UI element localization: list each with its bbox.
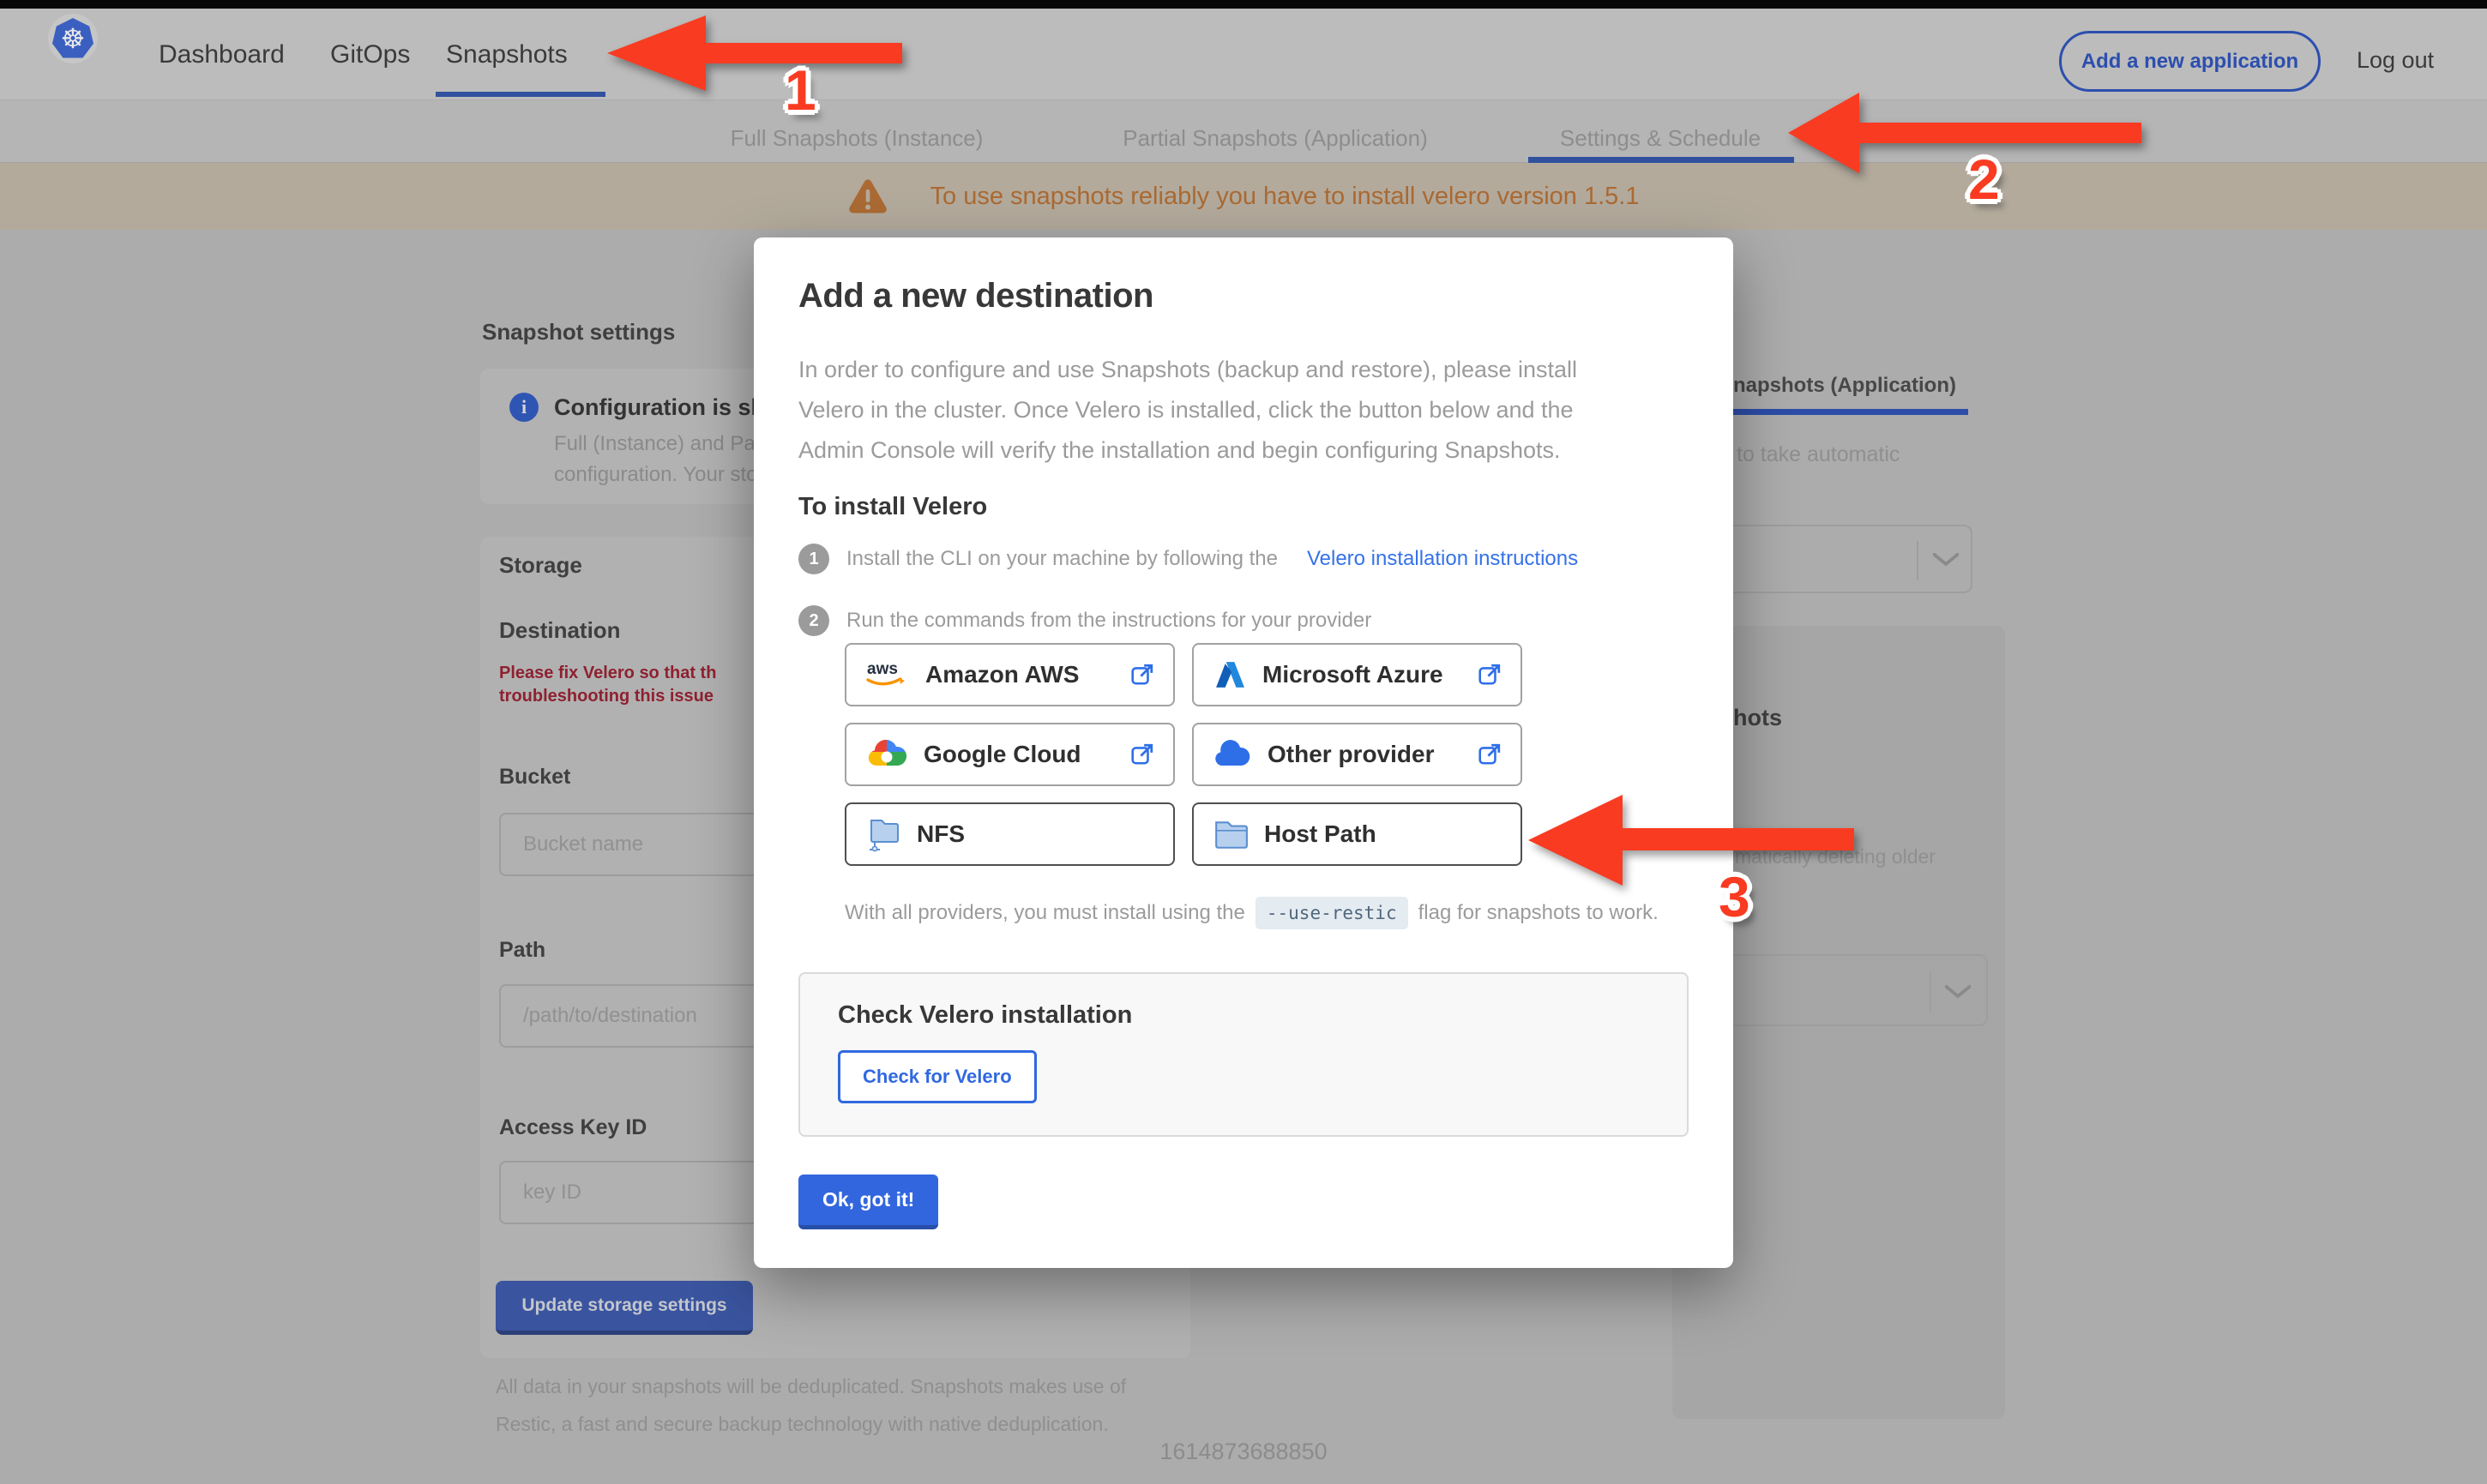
modal-intro-line2: Velero in the cluster. Once Velero is in… bbox=[798, 397, 1574, 423]
right-tab-underline bbox=[1733, 409, 1968, 415]
tab-partial-snapshots[interactable]: Partial Snapshots (Application) bbox=[1123, 125, 1428, 152]
app-screen: ☸ Dashboard GitOps Snapshots Add a new a… bbox=[0, 0, 2487, 1484]
warning-icon bbox=[848, 179, 887, 213]
nav-item-snapshots[interactable]: Snapshots bbox=[446, 40, 568, 69]
external-link-icon bbox=[1478, 743, 1501, 765]
restic-note: With all providers, you must install usi… bbox=[845, 897, 1689, 929]
annotation-number-1: 1 bbox=[785, 58, 816, 122]
install-velero-heading: To install Velero bbox=[798, 493, 988, 520]
external-link-icon bbox=[1478, 664, 1501, 685]
access-key-label: Access Key ID bbox=[499, 1115, 647, 1139]
subnav-active-underline bbox=[1528, 157, 1794, 163]
footer-timestamp: 1614873688850 bbox=[1159, 1439, 1328, 1464]
add-destination-modal: Add a new destination In order to config… bbox=[754, 237, 1733, 1268]
provider-button-host-path[interactable]: Host Path bbox=[1192, 802, 1522, 866]
provider-label: Microsoft Azure bbox=[1262, 661, 1443, 688]
top-navbar: ☸ Dashboard GitOps Snapshots Add a new a… bbox=[0, 9, 2487, 100]
annotation-number-3: 3 bbox=[1719, 865, 1750, 928]
modal-intro-line1: In order to configure and use Snapshots … bbox=[798, 357, 1578, 382]
nav-item-gitops[interactable]: GitOps bbox=[330, 40, 410, 69]
provider-button-azure[interactable]: Microsoft Azure bbox=[1192, 643, 1522, 706]
aws-icon: aws bbox=[866, 660, 905, 686]
right-auto-text: to take automatic bbox=[1737, 442, 1900, 466]
dropdown-separator bbox=[1930, 971, 1931, 1012]
dedup-footnote-line2: Restic, a fast and secure backup technol… bbox=[496, 1413, 1109, 1435]
info-card-line2: configuration. Your stor bbox=[554, 463, 765, 486]
nfs-icon bbox=[870, 820, 899, 852]
chevron-down-icon bbox=[1945, 985, 1971, 999]
check-for-velero-button[interactable]: Check for Velero bbox=[838, 1050, 1037, 1103]
svg-text:aws: aws bbox=[867, 660, 898, 678]
bucket-label: Bucket bbox=[499, 765, 571, 789]
velero-warning-banner: To use snapshots reliably you have to in… bbox=[0, 163, 2487, 230]
step-1-text: Install the CLI on your machine by follo… bbox=[846, 547, 1278, 570]
destination-label: Destination bbox=[499, 617, 621, 643]
add-application-button[interactable]: Add a new application bbox=[2059, 31, 2321, 92]
check-velero-card: Check Velero installation Check for Vele… bbox=[798, 972, 1689, 1137]
velero-instructions-link[interactable]: Velero installation instructions bbox=[1307, 547, 1578, 571]
kubernetes-logo: ☸ bbox=[48, 14, 98, 63]
google-cloud-icon bbox=[868, 739, 907, 766]
right-tab-partial-snapshots[interactable]: napshots (Application) bbox=[1733, 374, 1956, 398]
step-2-text: Run the commands from the instructions f… bbox=[846, 609, 1372, 632]
provider-button-nfs[interactable]: NFS bbox=[845, 802, 1175, 866]
restic-note-after: flag for snapshots to work. bbox=[1418, 901, 1659, 924]
provider-label: Host Path bbox=[1264, 820, 1376, 847]
provider-grid: aws Amazon AWS Microsoft Azure Google Cl… bbox=[845, 643, 1522, 866]
modal-intro-line3: Admin Console will verify the installati… bbox=[798, 437, 1561, 463]
velero-error-line2: troubleshooting this issue bbox=[499, 687, 714, 706]
chevron-down-icon bbox=[1933, 553, 1959, 567]
kubernetes-logo-icon: ☸ bbox=[52, 18, 93, 58]
logout-button[interactable]: Log out bbox=[2357, 47, 2434, 74]
dedup-footnote-line1: All data in your snapshots will be dedup… bbox=[496, 1375, 1127, 1397]
external-link-icon bbox=[1131, 743, 1153, 765]
storage-section-title: Storage bbox=[499, 552, 582, 578]
modal-title: Add a new destination bbox=[798, 277, 1153, 315]
retention-heading-fragment: hots bbox=[1733, 705, 1782, 730]
install-step-2: 2 Run the commands from the instructions… bbox=[798, 605, 1689, 636]
dropdown-separator bbox=[1917, 541, 1918, 580]
folder-icon bbox=[1215, 821, 1248, 849]
provider-button-google-cloud[interactable]: Google Cloud bbox=[845, 723, 1175, 786]
step-2-badge: 2 bbox=[798, 605, 829, 636]
provider-label: Google Cloud bbox=[924, 741, 1081, 767]
window-top-strip bbox=[0, 0, 2487, 9]
tab-settings-schedule[interactable]: Settings & Schedule bbox=[1560, 125, 1761, 152]
provider-label: Other provider bbox=[1268, 741, 1435, 767]
page-title: Snapshot settings bbox=[482, 319, 676, 345]
update-storage-settings-button[interactable]: Update storage settings bbox=[496, 1281, 753, 1335]
annotation-number-2: 2 bbox=[1968, 147, 2000, 211]
nav-active-underline bbox=[436, 92, 605, 97]
cloud-icon bbox=[1215, 740, 1250, 766]
install-step-1: 1 Install the CLI on your machine by fol… bbox=[798, 544, 1689, 574]
provider-label: Amazon AWS bbox=[925, 661, 1080, 688]
provider-label: NFS bbox=[917, 820, 965, 847]
path-label: Path bbox=[499, 938, 546, 962]
azure-icon bbox=[1216, 662, 1244, 688]
info-icon: i bbox=[509, 393, 539, 422]
external-link-icon bbox=[1131, 664, 1153, 685]
warning-message: To use snapshots reliably you have to in… bbox=[930, 182, 1640, 210]
check-velero-title: Check Velero installation bbox=[838, 1001, 1133, 1029]
restic-flag-code: --use-restic bbox=[1255, 897, 1408, 929]
restic-note-before: With all providers, you must install usi… bbox=[845, 901, 1245, 924]
provider-button-other[interactable]: Other provider bbox=[1192, 723, 1522, 786]
step-1-badge: 1 bbox=[798, 544, 829, 574]
ok-got-it-button[interactable]: Ok, got it! bbox=[798, 1175, 939, 1229]
provider-button-aws[interactable]: aws Amazon AWS bbox=[845, 643, 1175, 706]
tab-full-snapshots[interactable]: Full Snapshots (Instance) bbox=[731, 125, 984, 152]
nav-item-dashboard[interactable]: Dashboard bbox=[159, 40, 285, 69]
info-card-title: Configuration is sh bbox=[554, 394, 765, 420]
velero-error-line1: Please fix Velero so that th bbox=[499, 664, 717, 682]
info-card-line1: Full (Instance) and Parti bbox=[554, 432, 773, 455]
